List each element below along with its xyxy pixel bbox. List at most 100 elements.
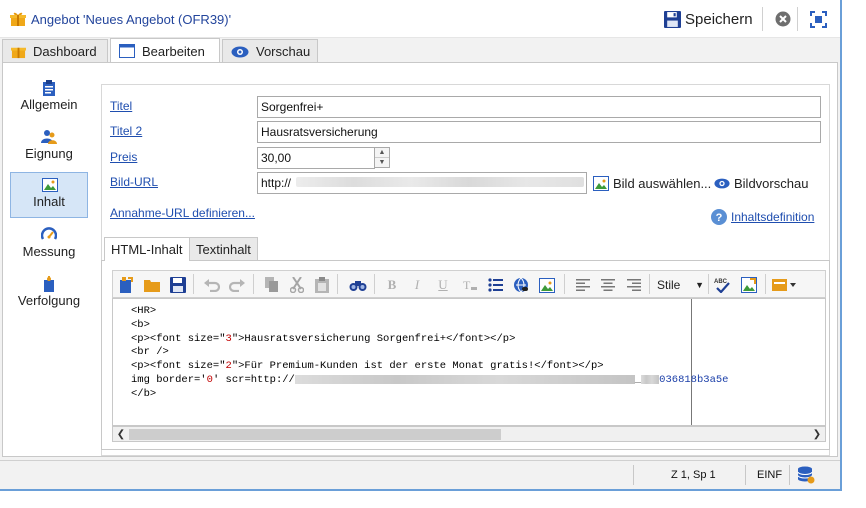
toolbar-divider	[708, 274, 709, 294]
paste-icon[interactable]	[313, 276, 331, 294]
chevron-down-icon: ▼	[695, 279, 704, 290]
stepper-up-icon[interactable]: ▲	[375, 148, 389, 158]
database-icon[interactable]	[797, 466, 815, 484]
save-button[interactable]: Speichern	[664, 8, 753, 30]
save-icon[interactable]	[169, 276, 187, 294]
redo-icon[interactable]	[228, 276, 246, 294]
align-left-icon[interactable]	[574, 276, 592, 294]
tab-dashboard[interactable]: Dashboard	[2, 39, 108, 63]
image-icon	[42, 178, 58, 192]
spellcheck-icon[interactable]: ABC	[714, 276, 732, 294]
maximize-icon[interactable]	[810, 11, 827, 28]
italic-icon[interactable]: I	[408, 276, 426, 294]
scrollbar-thumb[interactable]	[129, 429, 501, 440]
help-icon: ?	[711, 209, 727, 225]
insert-field-dropdown[interactable]	[771, 276, 799, 294]
image-preview-label: Bildvorschau	[734, 176, 809, 191]
toolbar-divider	[762, 7, 763, 31]
scroll-right-icon[interactable]: ❯	[810, 428, 824, 441]
gauge-icon	[41, 227, 57, 240]
users-icon	[41, 130, 57, 144]
tab-label: Bearbeiten	[142, 43, 205, 59]
accept-url-link[interactable]: Annahme-URL definieren...	[110, 206, 255, 220]
tab-edit[interactable]: Bearbeiten	[110, 38, 220, 63]
price-stepper[interactable]: ▲ ▼	[374, 147, 390, 168]
sidebar-item-allgemein[interactable]: Allgemein	[10, 76, 88, 124]
status-divider	[789, 465, 790, 485]
toolbar-divider	[765, 274, 766, 294]
code-line: <p><font size="3">Hausratsversicherung S…	[131, 332, 516, 345]
svg-text:?: ?	[716, 212, 723, 224]
choose-image-button[interactable]: Bild auswählen...	[593, 176, 711, 191]
html-code-editor[interactable]: <HR> <b> <p><font size="3">Hausratsversi…	[112, 298, 826, 426]
choose-image-label: Bild auswählen...	[613, 176, 712, 191]
sidebar-item-label: Verfolgung	[17, 293, 81, 308]
svg-text:T: T	[463, 278, 471, 292]
scroll-left-icon[interactable]: ❮	[114, 428, 128, 441]
image-url-label[interactable]: Bild-URL	[110, 175, 158, 189]
price-input[interactable]	[257, 147, 375, 169]
eye-icon	[714, 178, 730, 189]
cut-icon[interactable]	[288, 276, 306, 294]
price-label[interactable]: Preis	[110, 150, 137, 164]
title-label[interactable]: Titel	[110, 99, 132, 113]
html-code: <HR> <b> <p><font size="3">Hausratsversi…	[131, 305, 728, 402]
image-preview-button[interactable]: Bildvorschau	[714, 176, 808, 191]
sidebar-item-eignung[interactable]: Eignung	[10, 125, 88, 173]
sidebar-item-verfolgung[interactable]: Verfolgung	[10, 272, 88, 320]
toolbar-divider	[564, 274, 565, 294]
redacted-url	[294, 374, 635, 384]
open-folder-icon[interactable]	[143, 276, 161, 294]
insert-image-icon[interactable]	[538, 276, 556, 294]
toolbar-divider	[193, 274, 194, 294]
copy-icon[interactable]	[263, 276, 281, 294]
bold-icon[interactable]: B	[383, 276, 401, 294]
close-icon[interactable]	[775, 11, 791, 27]
title2-input[interactable]	[257, 121, 821, 143]
sidebar-item-label: Eignung	[25, 146, 73, 161]
underline-icon[interactable]: U	[434, 276, 452, 294]
redacted-url	[296, 177, 584, 187]
new-document-icon[interactable]	[117, 276, 135, 294]
svg-text:ABC: ABC	[714, 279, 728, 285]
code-line-tail: 036818b3a5e	[659, 373, 729, 386]
main-tabs: Dashboard Bearbeiten Vorschau	[0, 38, 840, 63]
sidebar-item-inhalt[interactable]: Inhalt	[10, 172, 88, 218]
find-binoculars-icon[interactable]	[348, 276, 368, 294]
code-line: <br />	[131, 346, 169, 359]
code-line: img border='0' scr=http://_ 036818b3a5e	[131, 373, 729, 386]
floppy-disk-icon	[664, 10, 681, 28]
bullet-list-icon[interactable]	[486, 276, 504, 294]
horizontal-scrollbar[interactable]: ❮ ❯	[112, 426, 826, 442]
offer-editor-window: Angebot 'Neues Angebot (OFR39)' Speicher…	[0, 0, 842, 491]
image-properties-icon[interactable]	[740, 276, 758, 294]
toolbar-divider	[253, 274, 254, 294]
content-definition-link[interactable]: ? Inhaltsdefinition	[711, 209, 814, 225]
code-line: </b>	[131, 387, 157, 400]
clipboard-icon	[43, 80, 55, 96]
title-input[interactable]	[257, 96, 821, 118]
toolbar-divider	[337, 274, 338, 294]
undo-icon[interactable]	[203, 276, 221, 294]
sidebar-item-label: Messung	[22, 244, 76, 259]
tab-text-content[interactable]: Textinhalt	[189, 237, 258, 260]
title2-label[interactable]: Titel 2	[110, 124, 142, 138]
save-label: Speichern	[685, 10, 753, 28]
tracking-icon	[44, 276, 54, 292]
tab-preview[interactable]: Vorschau	[222, 39, 318, 63]
tab-html-content[interactable]: HTML-Inhalt	[104, 237, 190, 261]
stepper-down-icon[interactable]: ▼	[375, 158, 389, 168]
title-bar: Angebot 'Neues Angebot (OFR39)' Speicher…	[0, 0, 840, 38]
clear-format-icon[interactable]: T	[461, 276, 479, 294]
status-bar: Z 1, Sp 1 EINF	[0, 460, 840, 489]
align-right-icon[interactable]	[625, 276, 643, 294]
align-center-icon[interactable]	[599, 276, 617, 294]
insert-link-icon[interactable]	[512, 276, 530, 294]
sidebar-item-messung[interactable]: Messung	[10, 223, 88, 271]
style-label: Stile	[657, 277, 681, 292]
code-line: <p><font size="2">Für Premium-Kunden ist…	[131, 360, 604, 373]
window-icon	[119, 44, 135, 58]
sidebar-item-label: Inhalt	[33, 194, 65, 209]
style-dropdown[interactable]: Stile ▼	[654, 275, 704, 294]
gift-icon	[10, 12, 26, 26]
